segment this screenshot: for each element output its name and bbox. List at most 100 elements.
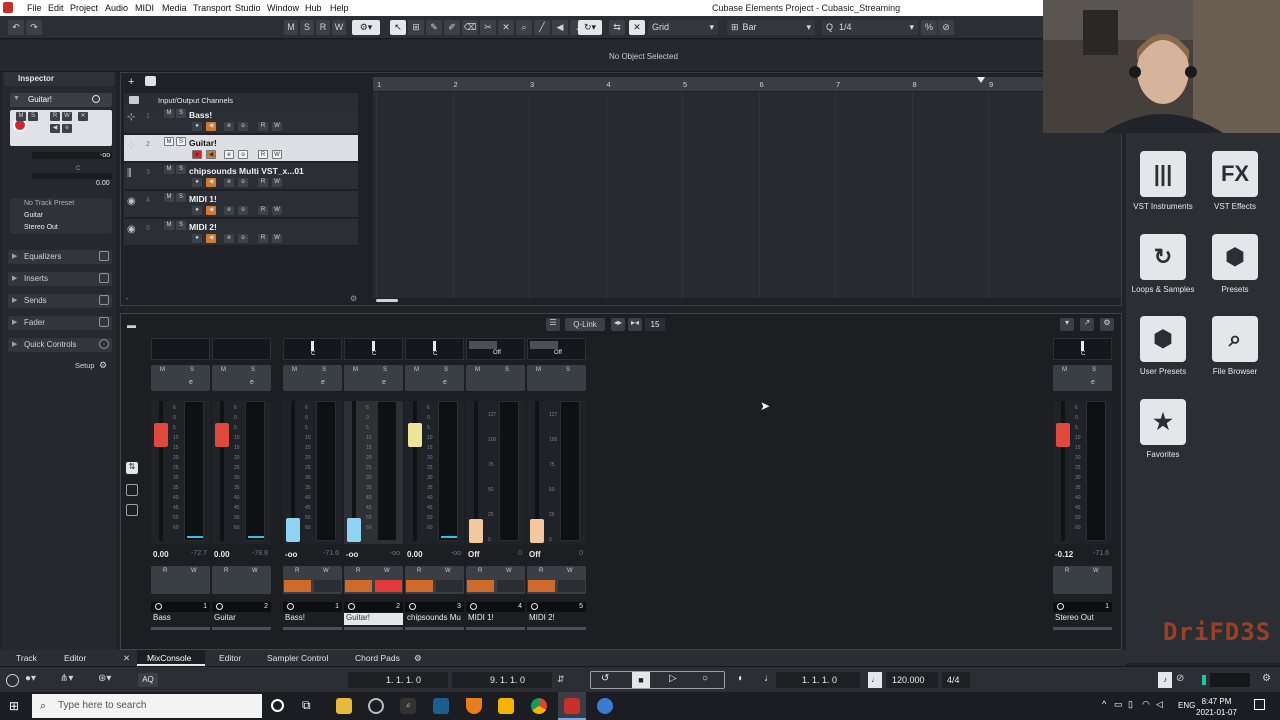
rack-presets[interactable]: ⬢ Presets	[1199, 234, 1271, 294]
widen-channels-icon[interactable]: ▸◂	[628, 318, 642, 331]
menu-help[interactable]: Help	[330, 3, 349, 13]
channel-record-button[interactable]	[375, 580, 402, 592]
volume-readout[interactable]: Off	[529, 550, 541, 559]
locator-toggle-icon[interactable]: ⇵	[557, 674, 565, 685]
channel-monitor-button[interactable]	[528, 580, 555, 592]
pan-knob[interactable]	[372, 341, 375, 351]
channel-slot[interactable]: C	[405, 338, 464, 360]
position-display[interactable]: 1. 1. 1. 0	[776, 672, 860, 688]
channel-monitor-button[interactable]	[467, 580, 494, 592]
fader-handle[interactable]	[347, 518, 361, 542]
undo-icon[interactable]: ↶	[8, 20, 24, 35]
section-inserts[interactable]: ▶ Inserts	[8, 272, 112, 286]
object-selection-tool-icon[interactable]: ↖	[390, 20, 406, 35]
channel-name[interactable]: MIDI 1!	[466, 613, 525, 625]
rack-icon[interactable]	[126, 504, 138, 516]
track-lanes-button[interactable]: o	[238, 206, 248, 215]
channel-mute-button[interactable]: M	[160, 367, 165, 373]
sync-icon[interactable]: ⊘	[1176, 673, 1184, 684]
quantize-select[interactable]: Q 1/4 ▾	[822, 20, 918, 35]
lower-zone-settings-gear-icon[interactable]: ⚙	[414, 653, 422, 664]
channel-solo-button[interactable]: S	[444, 367, 448, 373]
menu-studio[interactable]: Studio	[235, 3, 261, 13]
channel-record-button[interactable]	[497, 580, 524, 592]
channel-mute-button[interactable]: M	[414, 367, 419, 373]
steam-icon[interactable]	[433, 698, 449, 714]
click-icon[interactable]: ♪	[1158, 672, 1172, 688]
track-m-button[interactable]: M	[164, 193, 174, 202]
app-icon[interactable]	[368, 698, 384, 714]
section-sends[interactable]: ▶ Sends	[8, 294, 112, 308]
inspector-track-header[interactable]: ▼ Guitar!	[10, 93, 112, 107]
fader-handle[interactable]	[286, 518, 300, 542]
notifications-icon[interactable]	[1254, 699, 1265, 710]
channel-solo-button[interactable]: S	[566, 367, 570, 373]
volume-icon[interactable]: ◁	[1156, 699, 1163, 710]
track-edit-button[interactable]: e	[224, 234, 234, 243]
battery-icon[interactable]: ▯	[1128, 699, 1133, 710]
automation-mode-icon[interactable]: ⚙▾	[352, 20, 380, 35]
track-presets-icon[interactable]	[145, 76, 156, 86]
channel-monitor-button[interactable]	[284, 580, 311, 592]
channel-solo-button[interactable]: S	[383, 367, 387, 373]
grid-type-select[interactable]: ⊞ Bar ▾	[727, 20, 815, 35]
app-icon-4[interactable]	[597, 698, 613, 714]
metronome-icon[interactable]: ♩	[764, 673, 774, 684]
menu-audio[interactable]: Audio	[105, 3, 128, 13]
left-locator-display[interactable]: 1. 1. 1. 0	[348, 672, 448, 688]
edit-channel-button[interactable]: e	[62, 124, 72, 133]
setup-label[interactable]: Setup	[75, 361, 95, 370]
edit-instrument-icon[interactable]	[92, 95, 100, 103]
track-s-button[interactable]: S	[176, 221, 186, 230]
network-icon[interactable]: ▭	[1114, 699, 1123, 710]
maximize-icon[interactable]: ↗	[1080, 318, 1094, 331]
close-lower-zone-icon[interactable]: ✕	[123, 653, 130, 664]
language-indicator[interactable]: ENG	[1178, 701, 1195, 710]
channel-name[interactable]: chipsounds Mu	[405, 613, 464, 625]
mute-tool-icon[interactable]: ✕	[498, 20, 514, 35]
add-track-icon[interactable]: +	[128, 76, 134, 88]
stop-icon[interactable]: ■	[632, 672, 650, 688]
quantize-apply-icon[interactable]: %	[921, 20, 937, 35]
channel-mute-button[interactable]: M	[353, 367, 358, 373]
volume-readout[interactable]: 0.00	[214, 550, 230, 559]
track-record-button[interactable]: ●	[192, 206, 202, 215]
track-s-button[interactable]: S	[176, 165, 186, 174]
redo-icon[interactable]: ↷	[26, 20, 42, 35]
track-write-button[interactable]: W	[272, 206, 282, 215]
reduce-channels-icon[interactable]: ◂▸	[611, 318, 625, 331]
event-display[interactable]	[373, 92, 1121, 298]
close-button[interactable]: ✕	[78, 112, 88, 121]
channel-write-button[interactable]: W	[252, 568, 258, 574]
fader-handle[interactable]	[530, 519, 544, 543]
channel-write-button[interactable]: W	[567, 568, 573, 574]
right-locator-display[interactable]: 9. 1. 1. 0	[452, 672, 552, 688]
qlink-button[interactable]: Q-Link	[565, 318, 605, 331]
menu-edit[interactable]: Edit	[48, 3, 64, 13]
channel-solo-button[interactable]: S	[190, 367, 194, 373]
track-m-button[interactable]: M	[164, 109, 174, 118]
track-row[interactable]: ⫼ 3 chipsounds Multi VST_x...01 M S ● ◀ e o R W	[124, 163, 358, 190]
channel-edit-icon[interactable]: e	[250, 379, 254, 386]
channel-mute-button[interactable]: M	[475, 367, 480, 373]
visible-channel-count[interactable]: 15	[645, 318, 665, 331]
punch-icon[interactable]: ⊛▾	[98, 673, 111, 684]
channel-name[interactable]: Bass!	[283, 613, 342, 625]
channel-slot[interactable]: C	[1053, 338, 1112, 360]
tempo-track-icon[interactable]: ♩	[868, 672, 882, 688]
channel-solo-button[interactable]: S	[322, 367, 326, 373]
track-monitor-button[interactable]: ◀	[206, 234, 216, 243]
channel-mute-button[interactable]: M	[1062, 367, 1067, 373]
volume-readout[interactable]: 0.00	[407, 550, 423, 559]
channel-mute-button[interactable]: M	[292, 367, 297, 373]
track-edit-button[interactable]: e	[224, 150, 234, 159]
track-read-button[interactable]: R	[258, 122, 268, 131]
mute-mode-button[interactable]: M	[284, 20, 298, 35]
track-lanes-button[interactable]: o	[238, 122, 248, 131]
channel-read-button[interactable]: R	[224, 568, 228, 574]
channel-solo-button[interactable]: S	[505, 367, 509, 373]
solo-button[interactable]: S	[28, 112, 38, 121]
channel-record-button[interactable]	[314, 580, 341, 592]
tab-editor[interactable]: Editor	[219, 653, 241, 663]
cycle-icon[interactable]: ↺	[601, 673, 609, 684]
